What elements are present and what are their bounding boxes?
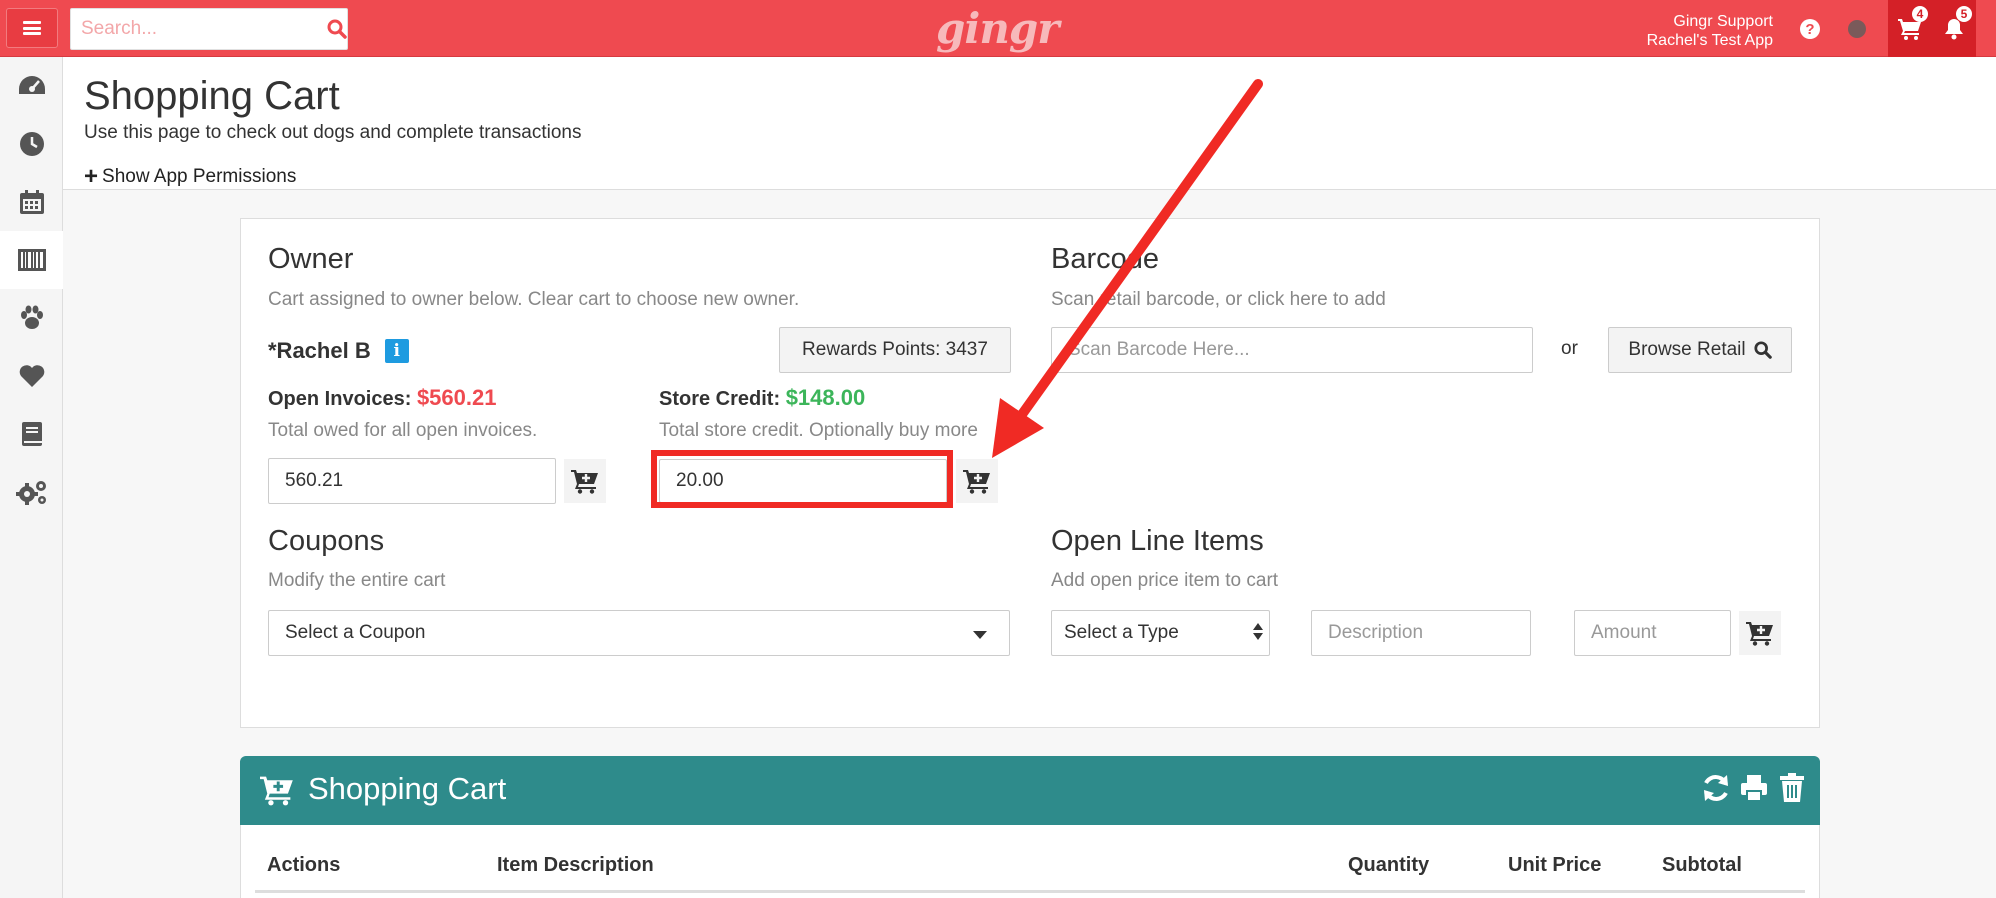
store-credit-input[interactable]	[659, 459, 947, 503]
cart-count-badge: 4	[1912, 6, 1928, 22]
owner-description: Cart assigned to owner below. Clear cart…	[268, 289, 800, 310]
info-icon[interactable]: i	[384, 339, 409, 363]
open-line-items-heading: Open Line Items	[1051, 525, 1264, 557]
account-info[interactable]: Gingr Support Rachel's Test App	[1647, 12, 1773, 50]
search-icon	[1754, 341, 1772, 359]
print-icon[interactable]	[1738, 770, 1770, 806]
coupon-select-value: Select a Coupon	[285, 622, 426, 643]
open-line-items-description: Add open price item to cart	[1051, 570, 1279, 591]
open-invoices-amount: $560.21	[416, 385, 497, 410]
gingr-logo[interactable]: gingr	[936, 4, 1059, 53]
open-invoices-row: Open Invoices: $560.21	[268, 385, 496, 411]
clock-icon	[19, 132, 44, 156]
browse-retail-button[interactable]: Browse Retail	[1608, 327, 1792, 373]
line-item-amount-input[interactable]	[1574, 610, 1731, 656]
table-header-divider	[255, 890, 1805, 893]
sidebar-item-favorites[interactable]	[0, 347, 63, 405]
trash-icon[interactable]	[1776, 770, 1808, 806]
cart-plus-icon	[260, 776, 293, 806]
caret-down-icon	[973, 631, 987, 639]
sidebar	[0, 57, 63, 898]
cart-plus-icon	[1746, 622, 1773, 646]
rewards-points-button[interactable]: Rewards Points: 3437	[779, 327, 1011, 373]
cart-toolbar	[1700, 770, 1808, 806]
browse-retail-label: Browse Retail	[1628, 339, 1746, 360]
barcode-description[interactable]: Scan retail barcode, or click here to ad…	[1051, 289, 1386, 311]
store-credit-amount: $148.00	[785, 385, 866, 410]
open-invoices-input[interactable]	[268, 458, 556, 504]
gears-icon	[15, 481, 46, 505]
notifications-button[interactable]: 5	[1932, 0, 1976, 57]
column-header-subtotal[interactable]: Subtotal	[1662, 854, 1742, 877]
page-subtitle: Use this page to check out dogs and comp…	[84, 122, 582, 143]
store-credit-label: Store Credit:	[659, 388, 781, 410]
sidebar-item-retail[interactable]	[0, 231, 63, 289]
dashboard-icon	[18, 76, 45, 94]
add-invoices-to-cart-button[interactable]	[564, 459, 606, 503]
cart-plus-icon	[963, 470, 990, 494]
notification-count-badge: 5	[1956, 6, 1972, 22]
support-name: Gingr Support	[1673, 13, 1773, 30]
barcode-heading: Barcode	[1051, 243, 1160, 275]
barcode-input[interactable]	[1051, 327, 1533, 373]
menu-toggle-button[interactable]	[6, 8, 58, 48]
column-header-item-description[interactable]: Item Description	[497, 854, 654, 877]
column-header-quantity[interactable]: Quantity	[1348, 854, 1429, 877]
app-name: Rachel's Test App	[1646, 32, 1773, 49]
shopping-cart-title: Shopping Cart	[308, 771, 507, 806]
coupons-heading: Coupons	[268, 525, 385, 557]
global-search	[70, 8, 348, 50]
shopping-cart-table: Actions Item Description Quantity Unit P…	[240, 825, 1820, 898]
barcode-icon	[17, 249, 46, 271]
help-icon[interactable]: ?	[1800, 19, 1820, 39]
store-credit-description: Total store credit. Optionally buy more	[659, 420, 978, 441]
show-app-permissions-label: Show App Permissions	[102, 166, 297, 187]
top-bar: gingr Gingr Support Rachel's Test App ? …	[0, 0, 1996, 57]
paw-icon	[20, 305, 43, 329]
shopping-cart-panel-header: Shopping Cart	[240, 756, 1820, 825]
cart-button[interactable]: 4	[1888, 0, 1932, 57]
coupon-select[interactable]: Select a Coupon	[268, 610, 1010, 656]
book-icon	[21, 422, 42, 446]
column-header-unit-price[interactable]: Unit Price	[1508, 854, 1601, 877]
add-store-credit-to-cart-button[interactable]	[956, 459, 998, 503]
cart-plus-icon	[571, 470, 598, 494]
calendar-icon	[19, 190, 44, 214]
line-item-description-input[interactable]	[1311, 610, 1531, 656]
column-header-actions[interactable]: Actions	[267, 854, 340, 877]
search-icon[interactable]	[326, 19, 347, 39]
checkout-card: Owner Cart assigned to owner below. Clea…	[240, 218, 1820, 728]
line-item-type-value: Select a Type	[1064, 622, 1179, 643]
search-input[interactable]	[71, 9, 326, 49]
store-credit-row: Store Credit: $148.00	[659, 385, 865, 411]
owner-name[interactable]: *Rachel B	[268, 338, 371, 363]
sidebar-item-dashboard[interactable]	[0, 57, 63, 115]
open-invoices-label: Open Invoices:	[268, 388, 412, 410]
or-separator: or	[1561, 338, 1578, 359]
sidebar-item-history[interactable]	[0, 115, 63, 173]
coupons-description: Modify the entire cart	[268, 570, 446, 591]
select-arrows-icon	[1253, 623, 1263, 640]
show-app-permissions-link[interactable]: + Show App Permissions	[84, 163, 296, 191]
sidebar-item-settings[interactable]	[0, 463, 63, 521]
add-line-item-to-cart-button[interactable]	[1739, 611, 1781, 655]
sidebar-item-calendar[interactable]	[0, 173, 63, 231]
heart-icon	[19, 365, 44, 387]
open-invoices-description: Total owed for all open invoices.	[268, 420, 538, 441]
page-title: Shopping Cart	[84, 74, 340, 118]
status-indicator	[1848, 20, 1866, 38]
plus-icon: +	[84, 163, 99, 190]
owner-name-row: *Rachel B i	[268, 338, 409, 364]
refresh-icon[interactable]	[1700, 770, 1732, 806]
hamburger-icon	[23, 21, 41, 35]
line-item-type-select[interactable]: Select a Type	[1051, 610, 1270, 656]
sidebar-item-pets[interactable]	[0, 289, 63, 347]
sidebar-item-reports[interactable]	[0, 405, 63, 463]
owner-heading: Owner	[268, 243, 354, 275]
